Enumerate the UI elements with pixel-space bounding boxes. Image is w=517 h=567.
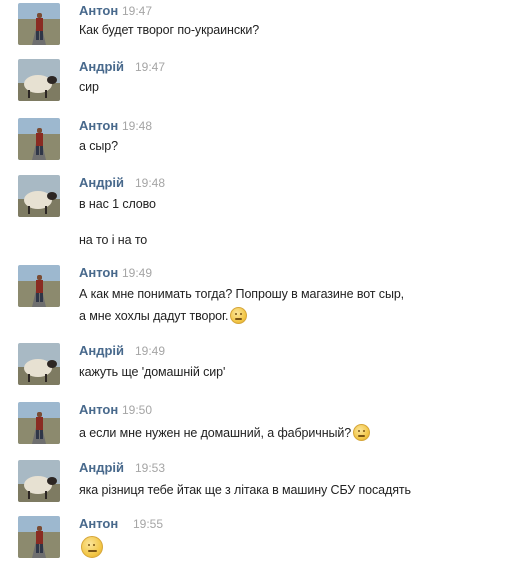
sender-name[interactable]: Антон: [79, 516, 118, 531]
person-road-photo-icon: [18, 516, 60, 558]
message-text: кажуть ще 'домашній сир': [79, 365, 226, 379]
person-road-photo-icon: [18, 265, 60, 307]
sheep-photo-icon: [18, 175, 60, 217]
avatar-andriy[interactable]: [18, 59, 60, 101]
message-time[interactable]: 19:47: [122, 4, 152, 18]
sheep-photo-icon: [18, 460, 60, 502]
message-text-with-emoji: а если мне нужен не домашний, а фабричны…: [79, 424, 371, 441]
message-time[interactable]: 19:49: [135, 344, 165, 358]
sender-name[interactable]: Антон: [79, 118, 118, 133]
message-emoji-only: [79, 536, 103, 558]
avatar-anton[interactable]: [18, 3, 60, 45]
sheep-photo-icon: [18, 343, 60, 385]
message-text: А как мне понимать тогда? Попрошу в мага…: [79, 287, 405, 301]
message-text-with-emoji: а мне хохлы дадут творог.: [79, 307, 248, 324]
message-text: а если мне нужен не домашний, а фабричны…: [79, 426, 352, 440]
message-text: сир: [79, 80, 99, 94]
sender-name[interactable]: Андрій: [79, 175, 124, 190]
sheep-photo-icon: [18, 59, 60, 101]
avatar-anton[interactable]: [18, 516, 60, 558]
person-road-photo-icon: [18, 118, 60, 160]
avatar-andriy[interactable]: [18, 175, 60, 217]
message-text: яка різниця тебе йтак ще з літака в маши…: [79, 483, 411, 497]
message-time[interactable]: 19:50: [122, 403, 152, 417]
chat-history: Антон 19:47 Как будет творог по-украинск…: [0, 0, 517, 567]
avatar-andriy[interactable]: [18, 343, 60, 385]
message-time[interactable]: 19:53: [135, 461, 165, 475]
sender-name[interactable]: Андрій: [79, 59, 124, 74]
message-time[interactable]: 19:47: [135, 60, 165, 74]
smiley-emoji-icon: [81, 536, 103, 558]
message-text: а сыр?: [79, 139, 118, 153]
person-road-photo-icon: [18, 402, 60, 444]
message-text: в нас 1 слово: [79, 197, 156, 211]
sender-name[interactable]: Андрій: [79, 343, 124, 358]
message-time[interactable]: 19:48: [122, 119, 152, 133]
avatar-andriy[interactable]: [18, 460, 60, 502]
message-text: Как будет творог по-украински?: [79, 23, 260, 37]
message-time[interactable]: 19:49: [122, 266, 152, 280]
avatar-anton[interactable]: [18, 402, 60, 444]
message-text: на то і на то: [79, 233, 148, 247]
sender-name[interactable]: Антон: [79, 265, 118, 280]
avatar-anton[interactable]: [18, 265, 60, 307]
sender-name[interactable]: Антон: [79, 3, 118, 18]
smiley-emoji-icon: [230, 307, 248, 324]
message-text: а мне хохлы дадут творог.: [79, 309, 229, 323]
sender-name[interactable]: Андрій: [79, 460, 124, 475]
smiley-emoji-icon: [353, 424, 371, 441]
person-road-photo-icon: [18, 3, 60, 45]
message-time[interactable]: 19:55: [133, 517, 163, 531]
message-time[interactable]: 19:48: [135, 176, 165, 190]
sender-name[interactable]: Антон: [79, 402, 118, 417]
avatar-anton[interactable]: [18, 118, 60, 160]
